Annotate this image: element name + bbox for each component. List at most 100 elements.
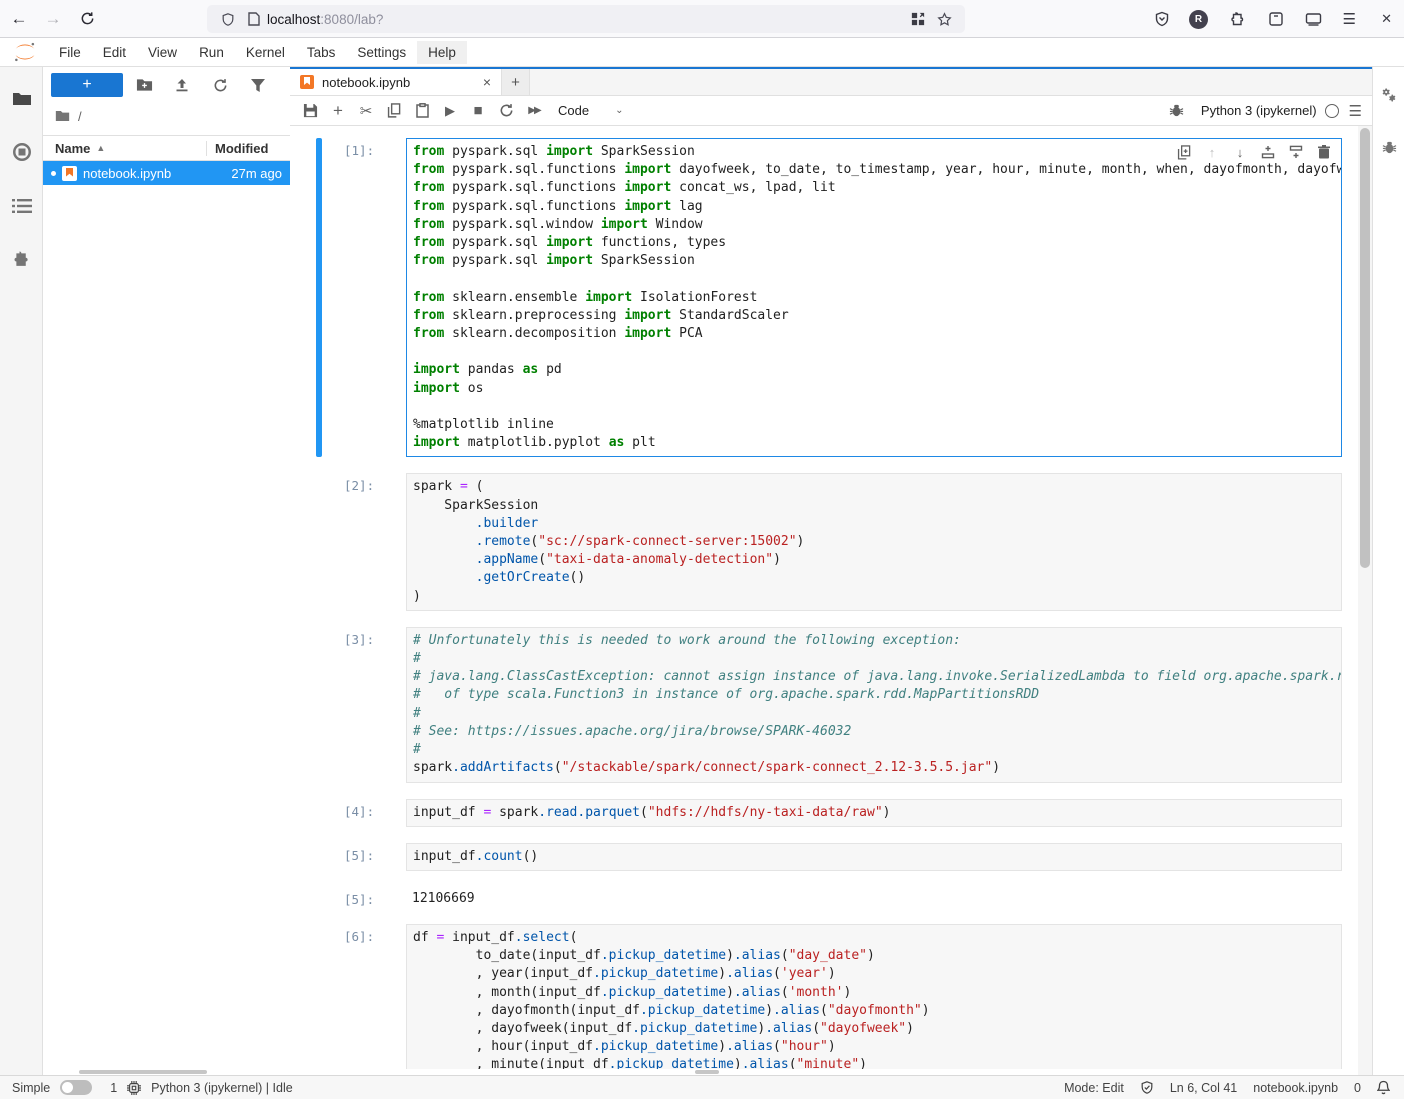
code-cell[interactable]: [6]:df = input_df.select( to_date(input_… [316,924,1342,1069]
reload-icon[interactable] [72,5,102,33]
new-folder-icon[interactable] [127,73,161,97]
extensions-icon[interactable] [1230,5,1246,33]
notebook-file-icon [62,166,77,181]
refresh-icon[interactable] [203,73,237,97]
column-name[interactable]: Name ▲ [43,141,206,156]
pocket-icon[interactable] [1154,5,1170,33]
trust-shield-icon[interactable] [1140,1080,1154,1095]
cut-cells-icon[interactable]: ✂ [352,99,380,123]
toolbar-overflow-icon[interactable]: ☰ [1349,102,1362,120]
notebook-vscrollbar[interactable] [1358,126,1372,1075]
code-cell[interactable]: [4]:input_df = spark.read.parquet("hdfs:… [316,799,1342,827]
cell-collapser[interactable] [316,843,322,871]
cell-output-prompt: [5]: [344,887,406,910]
sidebar-toggle-icon[interactable] [1305,5,1322,33]
cell-editor[interactable]: input_df.count() [406,843,1342,871]
menu-kernel[interactable]: Kernel [235,41,296,64]
menu-edit[interactable]: Edit [92,41,137,64]
code-cell[interactable]: [2]:spark = ( SparkSession .builder .rem… [316,473,1342,610]
forward-icon[interactable]: → [38,5,68,33]
menu-file[interactable]: File [48,41,92,64]
simple-mode-toggle[interactable] [60,1080,92,1095]
bell-icon[interactable] [1377,1080,1390,1095]
cell-input-prompt: [6]: [344,924,406,1069]
cursor-position[interactable]: Ln 6, Col 41 [1170,1081,1237,1095]
close-icon[interactable]: ✕ [1381,5,1392,33]
duplicate-cell-icon[interactable] [1173,142,1195,162]
menu-tabs[interactable]: Tabs [296,41,347,64]
running-sessions-tab[interactable] [0,132,43,172]
paste-cells-icon[interactable] [408,99,436,123]
url-bar[interactable]: localhost:8080/lab? [207,5,965,33]
run-cell-icon[interactable]: ▶ [436,99,464,123]
debugger-bug-icon[interactable] [1163,99,1191,123]
file-row-notebook[interactable]: notebook.ipynb 27m ago [43,161,290,185]
cell-editor[interactable]: input_df = spark.read.parquet("hdfs://hd… [406,799,1342,827]
cell-type-dropdown[interactable]: Code ⌄ [558,103,623,118]
move-cell-up-icon[interactable]: ↑ [1201,142,1223,162]
kernel-name[interactable]: Python 3 (ipykernel) [1201,103,1317,118]
kernel-busy-count[interactable]: 1 [110,1081,117,1095]
insert-cell-above-icon[interactable] [1257,142,1279,162]
profile-avatar[interactable]: R [1189,5,1208,33]
right-sidebar [1372,67,1404,1075]
tab-close-icon[interactable]: × [483,74,491,90]
main-dock-panel: notebook.ipynb × + + ✂ [290,67,1372,1075]
menu-view[interactable]: View [137,41,188,64]
cell-editor[interactable]: df = input_df.select( to_date(input_df.p… [406,924,1342,1069]
cell-editor[interactable]: from pyspark.sql import SparkSession fro… [406,138,1342,457]
kernel-status-text[interactable]: Python 3 (ipykernel) | Idle [151,1081,293,1095]
upload-icon[interactable] [165,73,199,97]
statusbar-filename[interactable]: notebook.ipynb [1253,1081,1338,1095]
code-cell[interactable]: [3]:# Unfortunately this is needed to wo… [316,627,1342,783]
cell-collapser[interactable] [316,473,322,610]
save-icon[interactable] [296,99,324,123]
mode-indicator[interactable]: Mode: Edit [1064,1081,1124,1095]
notebook-icon [300,75,314,89]
menu-run[interactable]: Run [188,41,235,64]
browser-window: ← → localhost:8080/lab? [0,0,1404,1099]
breadcrumb[interactable]: / [43,103,290,129]
table-of-contents-tab[interactable] [0,186,43,226]
cell-collapser[interactable] [316,138,322,457]
cell-collapser[interactable] [316,924,322,1069]
interrupt-kernel-icon[interactable]: ■ [464,99,492,123]
new-launcher-button[interactable]: + [51,73,123,97]
property-inspector-tab[interactable] [1373,75,1404,115]
extension-manager-tab[interactable] [0,239,43,279]
insert-cell-below-icon[interactable] [1285,142,1307,162]
cell-editor[interactable]: spark = ( SparkSession .builder .remote(… [406,473,1342,610]
url-host: localhost [267,12,320,27]
code-cell[interactable]: [1]:from pyspark.sql import SparkSession… [316,138,1342,457]
cell-collapser[interactable] [316,627,322,783]
delete-cell-icon[interactable] [1313,142,1335,162]
cell-editor[interactable]: # Unfortunately this is needed to work a… [406,627,1342,783]
bookmark-star-icon[interactable] [931,6,957,32]
menu-icon[interactable]: ☰ [1343,5,1356,33]
kernel-chip-icon[interactable] [127,1081,141,1095]
filter-icon[interactable] [241,73,275,97]
screenshot-grid-icon[interactable] [905,6,931,32]
new-tab-button[interactable]: + [502,69,530,95]
back-icon[interactable]: ← [4,5,34,33]
restart-run-all-icon[interactable]: ▶▶ [520,99,548,123]
tab-notebook[interactable]: notebook.ipynb × [290,69,502,95]
notebook-scroll-area[interactable]: [1]:from pyspark.sql import SparkSession… [290,126,1358,1069]
cell-collapser[interactable] [316,799,322,827]
debugger-panel-tab[interactable] [1373,127,1404,167]
shield-icon[interactable] [215,6,241,32]
menu-settings[interactable]: Settings [346,41,417,64]
kernel-status-icon[interactable] [1325,104,1339,118]
notification-count[interactable]: 0 [1354,1081,1361,1095]
downloads-tray-icon[interactable] [1268,5,1284,33]
simple-mode-label: Simple [12,1081,50,1095]
restart-kernel-icon[interactable] [492,99,520,123]
code-cell[interactable]: [5]:input_df.count() [316,843,1342,871]
file-browser-tab[interactable] [0,79,43,119]
copy-cells-icon[interactable] [380,99,408,123]
column-modified[interactable]: Modified [206,141,290,156]
move-cell-down-icon[interactable]: ↓ [1229,142,1251,162]
page-info-icon[interactable] [241,6,267,32]
add-cell-icon[interactable]: + [324,99,352,123]
menu-help[interactable]: Help [417,41,467,64]
